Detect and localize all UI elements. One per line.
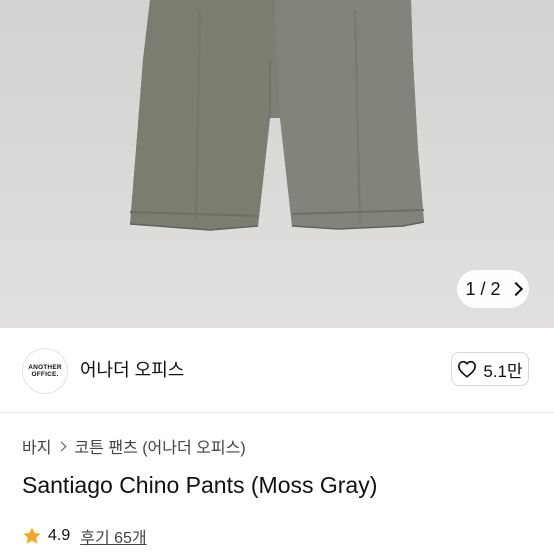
brand-name[interactable]: 어나더 오피스 [80, 356, 184, 382]
product-title: Santiago Chino Pants (Moss Gray) [22, 472, 378, 498]
rating-score: 4.9 [48, 527, 71, 544]
brand-logo-line2: OFFICE. [31, 371, 59, 378]
pager-text: 1 / 2 [465, 278, 501, 299]
star-icon [23, 527, 41, 544]
chevron-right-icon [57, 441, 67, 451]
brand-logo-line1: ANOTHER [28, 364, 62, 371]
breadcrumb: 바지 코튼 팬츠 (어나더 오피스) [22, 434, 246, 458]
like-button[interactable]: 5.1만 [451, 352, 529, 386]
rating-row: 4.9 후기 65개 [22, 524, 147, 548]
heart-outline-icon [458, 360, 477, 378]
brand-logo[interactable]: ANOTHER OFFICE. [22, 348, 68, 394]
breadcrumb-item-category[interactable]: 바지 [22, 434, 51, 458]
like-count: 5.1만 [483, 361, 523, 381]
gallery-pager[interactable]: 1 / 2 [457, 270, 529, 308]
chevron-right-icon[interactable] [508, 281, 523, 297]
product-image-gallery[interactable]: 1 / 2 [0, 0, 554, 328]
breadcrumb-item-subcategory[interactable]: 코튼 팬츠 (어나더 오피스) [74, 434, 245, 458]
review-count-link[interactable]: 후기 65개 [80, 524, 146, 548]
